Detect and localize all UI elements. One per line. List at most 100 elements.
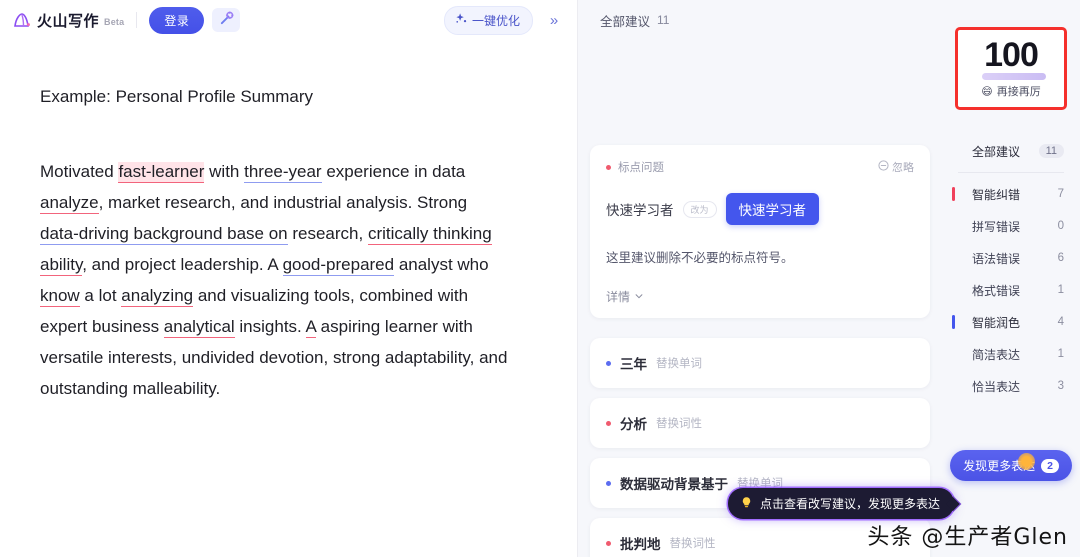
- flagged-text[interactable]: know: [40, 285, 80, 307]
- category-item-6[interactable]: 简洁表达 1: [942, 338, 1080, 370]
- suggestion-replacement-row: 快速学习者 改为 快速学习者: [606, 193, 914, 225]
- status-dot-icon: [606, 480, 611, 486]
- flagged-text[interactable]: three-year: [244, 161, 322, 183]
- beta-badge: Beta: [104, 17, 125, 27]
- paragraph-text: analyst who: [394, 254, 489, 274]
- suggestion-row-word: 三年: [620, 357, 647, 372]
- magic-wand-button[interactable]: [212, 8, 241, 32]
- suggestion-row-word: 分析: [620, 417, 647, 432]
- paragraph-text: , market research, and industrial analys…: [98, 192, 468, 212]
- status-dot-icon: [606, 420, 611, 426]
- watermark: 头条 @生产者Glen: [867, 525, 1068, 550]
- document-paragraph: Motivated fast-learner with three-year e…: [40, 156, 510, 404]
- category-count: 0: [1057, 220, 1064, 232]
- login-button[interactable]: 登录: [149, 6, 205, 34]
- smile-emoji-icon: 😄: [981, 85, 993, 98]
- suggestions-pane: 全部建议 11 标点问题 忽略 快速学习者 改为 快速学习者 这里建议删除不必要…: [578, 0, 955, 557]
- category-count: 4: [1057, 316, 1064, 328]
- category-count: 3: [1057, 380, 1064, 392]
- details-label: 详情: [606, 290, 631, 304]
- suggestions-list: 标点问题 忽略 快速学习者 改为 快速学习者 这里建议删除不必要的标点符号。 详…: [578, 40, 955, 557]
- category-item-4[interactable]: 格式错误 1: [942, 274, 1080, 306]
- discover-more-button[interactable]: 发现更多表达 2: [950, 450, 1072, 481]
- score-value: 100: [984, 36, 1039, 74]
- flagged-text[interactable]: data-driving background base on: [40, 223, 288, 245]
- discover-badge: 2: [1041, 458, 1059, 473]
- writing-assistant-app: 火山写作 Beta 登录 一键优化 » Example: Personal Pr…: [0, 0, 1080, 557]
- category-label: 语法错误: [972, 251, 1021, 266]
- status-dot-icon: [606, 360, 611, 366]
- category-item-7[interactable]: 恰当表达 3: [942, 370, 1080, 402]
- category-label: 简洁表达: [972, 347, 1021, 362]
- category-item-5[interactable]: 智能润色 4: [942, 306, 1080, 338]
- volcano-logo-icon: [12, 10, 32, 30]
- brand[interactable]: 火山写作 Beta: [12, 10, 124, 31]
- score-underline-decoration: [982, 73, 1046, 80]
- status-dot-icon: [606, 540, 611, 546]
- category-label: 智能润色: [972, 315, 1021, 330]
- paragraph-text: insights.: [234, 316, 306, 336]
- flagged-text[interactable]: A: [305, 316, 316, 338]
- category-label: 全部建议: [972, 144, 1021, 159]
- tooltip-text: 点击查看改写建议，发现更多表达: [760, 497, 941, 511]
- flagged-text[interactable]: good-prepared: [282, 254, 395, 276]
- category-label: 智能纠错: [972, 187, 1021, 202]
- one-click-optimize-button[interactable]: 一键优化: [443, 5, 533, 35]
- category-count: 11: [1038, 144, 1064, 158]
- category-label: 格式错误: [972, 283, 1021, 298]
- flagged-text[interactable]: fast-learner: [118, 161, 205, 183]
- apply-replacement-button[interactable]: 快速学习者: [725, 193, 820, 225]
- magic-wand-icon: [219, 11, 234, 29]
- suggestion-card-header: 标点问题 忽略: [606, 159, 914, 175]
- ignore-label: 忽略: [892, 162, 914, 174]
- replace-arrow-pill: 改为: [682, 200, 717, 218]
- suggestion-details-toggle[interactable]: 详情: [606, 288, 914, 305]
- paragraph-text: Motivated: [40, 161, 119, 181]
- brand-name: 火山写作: [37, 12, 100, 30]
- category-item-2[interactable]: 拼写错误 0: [942, 210, 1080, 242]
- suggestion-card[interactable]: 标点问题 忽略 快速学习者 改为 快速学习者 这里建议删除不必要的标点符号。 详…: [590, 145, 930, 318]
- collapse-panel-button[interactable]: »: [541, 7, 567, 33]
- category-item-0[interactable]: 全部建议 11: [942, 135, 1080, 167]
- flagged-text[interactable]: analyze: [40, 192, 99, 214]
- suggestion-row-action: 替换单词: [656, 358, 702, 370]
- suggestions-header: 全部建议 11: [578, 0, 942, 40]
- category-list: 全部建议 11 智能纠错 7 拼写错误 0 语法错误 6 格式错误 1 智能润色 4 简洁表达 1 恰当表达…: [942, 135, 1080, 402]
- original-word: 快速学习者: [606, 203, 674, 218]
- paragraph-text: a lot: [79, 285, 122, 305]
- document-body[interactable]: Example: Personal Profile Summary Motiva…: [0, 40, 577, 557]
- minus-circle-icon: [878, 160, 889, 174]
- paragraph-text: , and project leadership. A: [82, 254, 283, 274]
- category-item-3[interactable]: 语法错误 6: [942, 242, 1080, 274]
- paragraph-text: research,: [287, 223, 368, 243]
- status-dot-icon: [606, 164, 611, 170]
- score-label-text: 再接再厉: [996, 86, 1041, 98]
- category-label: 拼写错误: [972, 219, 1021, 234]
- suggestion-row-word: 批判地: [620, 537, 661, 552]
- document-title: Example: Personal Profile Summary: [40, 87, 314, 106]
- suggestion-row-word: 数据驱动背景基于: [620, 477, 728, 492]
- ignore-button[interactable]: 忽略: [878, 159, 914, 175]
- score-sidebar: 100 😄 再接再厉 全部建议 11 智能纠错 7 拼写错误 0 语法错误 6 格式错误 1 智能润…: [942, 0, 1080, 557]
- category-count: 1: [1057, 284, 1064, 296]
- suggestions-header-label: 全部建议: [600, 14, 651, 29]
- suggestion-tag-label: 标点问题: [618, 162, 664, 174]
- suggestion-row-action: 替换词性: [656, 418, 702, 430]
- suggestion-row[interactable]: 三年 替换单词: [590, 338, 930, 388]
- chevron-down-icon: [634, 290, 644, 304]
- discover-label: 发现更多表达: [963, 459, 1036, 473]
- category-count: 7: [1057, 188, 1064, 200]
- suggestion-description: 这里建议删除不必要的标点符号。: [606, 251, 794, 265]
- toolbar-divider: [136, 12, 138, 28]
- category-label: 恰当表达: [972, 379, 1021, 394]
- suggestion-row[interactable]: 分析 替换词性: [590, 398, 930, 448]
- editor-toolbar: 火山写作 Beta 登录 一键优化 »: [0, 0, 577, 40]
- flagged-text[interactable]: analyzing: [121, 285, 194, 307]
- suggestion-row-action: 替换词性: [669, 538, 716, 550]
- lightbulb-icon: [740, 496, 753, 512]
- paragraph-text: experience in data: [321, 161, 466, 181]
- score-label: 😄 再接再厉: [981, 83, 1040, 99]
- flagged-text[interactable]: analytical: [163, 316, 235, 338]
- score-card: 100 😄 再接再厉: [955, 27, 1067, 110]
- category-item-1[interactable]: 智能纠错 7: [942, 178, 1080, 210]
